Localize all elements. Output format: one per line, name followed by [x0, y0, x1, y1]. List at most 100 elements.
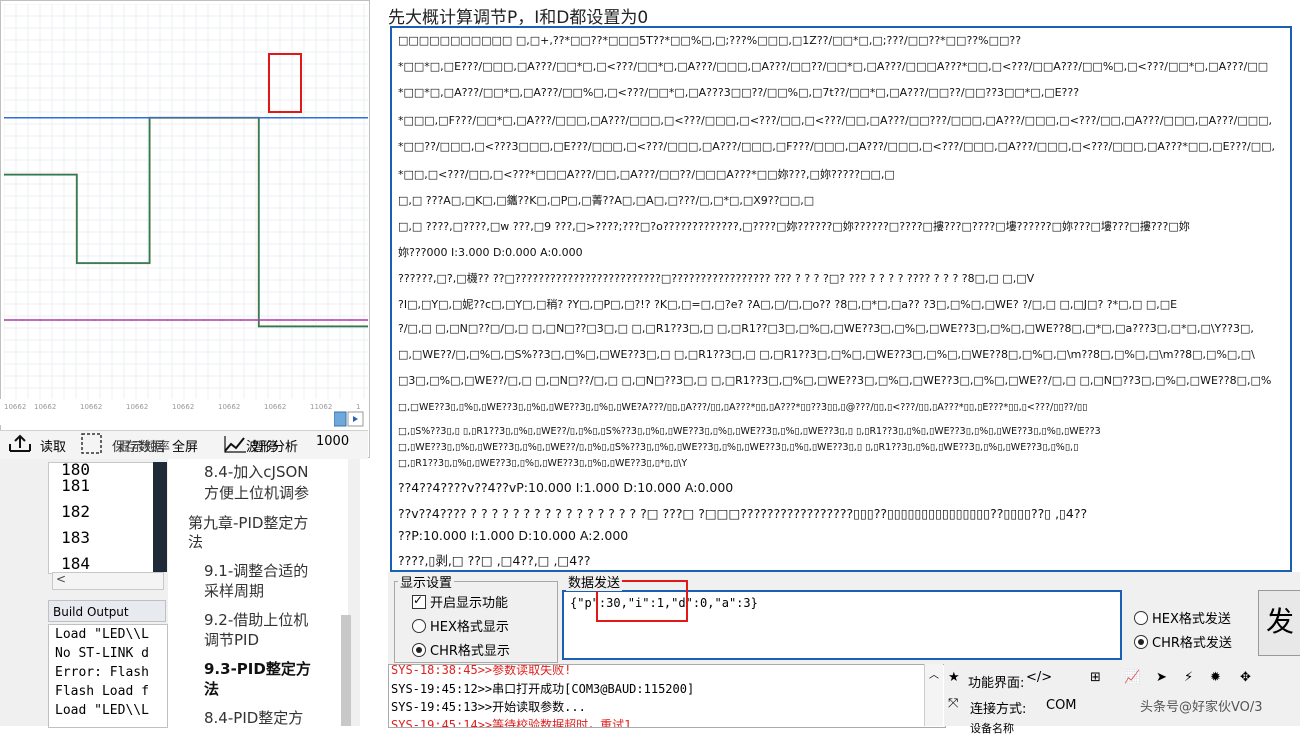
data-point	[39, 116, 42, 119]
toc-item[interactable]: 8.4-加入cJSON	[204, 462, 309, 482]
toc-item[interactable]: 8.4-PID整定方	[204, 708, 303, 728]
terminal-line: ??????,□?,□櫗?? ??□??????????????????????…	[398, 272, 1035, 285]
data-point	[221, 116, 224, 119]
chevron-left-icon[interactable]: <	[56, 572, 66, 586]
x-tick-label: 10662	[218, 403, 241, 411]
chr-send-label[interactable]: CHR格式发送	[1152, 632, 1232, 651]
waveform-chart[interactable]	[4, 4, 368, 399]
send-icon[interactable]: ➤	[1156, 670, 1167, 685]
fullscreen-button[interactable]	[80, 432, 104, 460]
pause-label[interactable]: 暂停	[252, 436, 278, 455]
toc-item[interactable]: 第九章-PID整定方	[188, 513, 308, 533]
terminal-line: □,□ ???A□,□K□,□鑴??K□,□P□,□菁??A□,□A□,□???…	[398, 194, 815, 207]
line-number: 182	[61, 502, 90, 521]
star-icon: ★	[948, 670, 960, 685]
toc-item[interactable]: 法	[188, 532, 203, 552]
terminal-line: *□□*□,□A???/□□*□,□A???/□□%□,□<???/□□*□,□…	[398, 86, 1080, 99]
chart-scroll-control[interactable]	[334, 411, 364, 428]
toc-scrollbar[interactable]	[341, 615, 351, 726]
data-point	[349, 319, 351, 321]
x-tick-label: 11062	[310, 403, 333, 411]
code-area	[153, 462, 167, 572]
fullscreen-label[interactable]: 全屏	[172, 436, 198, 455]
toc-item[interactable]: 9.2-借助上位机	[204, 610, 308, 630]
data-point	[130, 262, 133, 264]
toc-item[interactable]: 采样周期	[204, 581, 264, 601]
terminal-line: ??4??4????v??4??vP:10.000 I:1.000 D:10.0…	[398, 480, 734, 495]
data-point	[312, 319, 315, 321]
chr-display-label[interactable]: CHR格式显示	[430, 640, 510, 659]
data-point	[57, 173, 60, 176]
checkbox-icon[interactable]	[412, 593, 426, 609]
function-panel-title: 功能界面:	[968, 676, 1025, 691]
line-number: 181	[61, 476, 90, 495]
radio-icon[interactable]	[1134, 610, 1148, 625]
receive-area[interactable]: □□□□□□□□□□□ □,□+,??*□□??*□□□5T??*□□%□,□;…	[390, 26, 1292, 572]
data-point	[239, 116, 242, 119]
hex-display-radio[interactable]: HEX格式显示	[412, 616, 509, 635]
send-button[interactable]: 发	[1258, 590, 1300, 656]
data-point	[185, 319, 187, 321]
terminal-line: ??v??4???? ? ? ? ? ? ? ? ? ? ? ? ? ? ? ?…	[398, 506, 1088, 521]
data-point	[112, 262, 114, 264]
terminal-line: □,▯WE??3▯,▯%▯,▯WE??3▯,▯%▯,▯WE??/▯,▯%▯,▯S…	[398, 442, 1079, 453]
toc-item[interactable]: 调节PID	[204, 630, 259, 650]
data-point	[112, 319, 114, 321]
toc-item-active[interactable]: 9.3-PID整定方	[204, 659, 311, 679]
data-point	[167, 116, 169, 119]
log-scrollbar[interactable]: ︿	[924, 664, 943, 726]
read-button[interactable]	[6, 433, 34, 459]
data-point	[76, 262, 78, 264]
x-tick-label: 1	[356, 403, 361, 411]
radio-icon[interactable]	[412, 642, 426, 657]
toc-item-active[interactable]: 法	[204, 679, 219, 699]
x-tick-label: 10662	[34, 403, 57, 411]
data-point	[148, 116, 151, 119]
network-icon[interactable]: ⊞	[1090, 670, 1101, 685]
scroll-thumb	[334, 411, 347, 427]
terminal-line: *□□*□,□E???/□□□,□A???/□□*□,□<???/□□*□,□A…	[398, 60, 1269, 73]
chr-display-radio[interactable]: CHR格式显示	[412, 640, 510, 659]
data-point	[276, 319, 278, 321]
data-point	[239, 319, 242, 321]
chart-icon[interactable]: 📈	[1124, 670, 1140, 685]
terminal-line: □3□,□%□,□WE??/□,□ □,□N□??/□,□ □,□N□??3□,…	[398, 374, 1272, 387]
read-label[interactable]: 读取	[40, 436, 66, 455]
chevron-up-icon[interactable]: ︿	[929, 666, 939, 681]
terminal-line: □,□WE??/□,□%□,□S%??3□,□%□,□WE??3□,□ □,□R…	[398, 348, 1255, 361]
build-line: Flash Load f	[55, 684, 149, 699]
data-point	[21, 319, 24, 321]
connect-value[interactable]: COM	[1046, 698, 1077, 713]
fullscreen-icon	[81, 433, 102, 454]
bolt-icon[interactable]: ⚡	[1184, 670, 1193, 685]
hex-display-label[interactable]: HEX格式显示	[430, 616, 509, 635]
enable-display-label[interactable]: 开启显示功能	[430, 592, 508, 611]
radio-icon[interactable]	[412, 618, 426, 633]
move-icon[interactable]: ✥	[1240, 670, 1251, 685]
log-line: SYS-19:45:13>>开始读取参数...	[391, 700, 586, 714]
toc-item[interactable]: 方便上位机调参	[204, 483, 309, 503]
data-point	[330, 116, 333, 119]
enable-display-checkbox[interactable]: 开启显示功能	[412, 592, 508, 611]
waveform-analysis-button[interactable]	[222, 433, 248, 459]
sun-icon[interactable]: ✹	[1210, 670, 1221, 685]
x-tick-label: 10662	[4, 403, 27, 411]
data-point	[294, 319, 297, 321]
data-point	[148, 319, 151, 321]
editor-hscrollbar[interactable]: <	[52, 572, 164, 590]
log-line: SYS-19:45:12>>串口打开成功[COM3@BAUD:115200]	[391, 682, 695, 696]
hex-send-radio[interactable]: HEX格式发送	[1134, 608, 1231, 627]
chr-send-radio[interactable]: CHR格式发送	[1134, 632, 1232, 651]
radio-icon[interactable]	[1134, 634, 1148, 649]
display-frequency-label[interactable]: 显示频率	[118, 436, 170, 455]
data-point	[167, 319, 169, 321]
data-point	[94, 262, 96, 264]
toc-item[interactable]: 9.1-调整合适的	[204, 561, 308, 581]
x-tick-label: 10662	[172, 403, 195, 411]
build-line: Load "LED\\L	[55, 703, 149, 718]
points-value[interactable]: 1000	[316, 434, 366, 454]
terminal-line: ?I□,□Y□,□妮??c□,□Y□,□稍? ?Y□,□P□,□?!? ?K□,…	[398, 298, 1178, 311]
hex-send-label[interactable]: HEX格式发送	[1152, 608, 1231, 627]
code-icon[interactable]: </>	[1026, 670, 1052, 685]
data-point	[312, 325, 315, 328]
